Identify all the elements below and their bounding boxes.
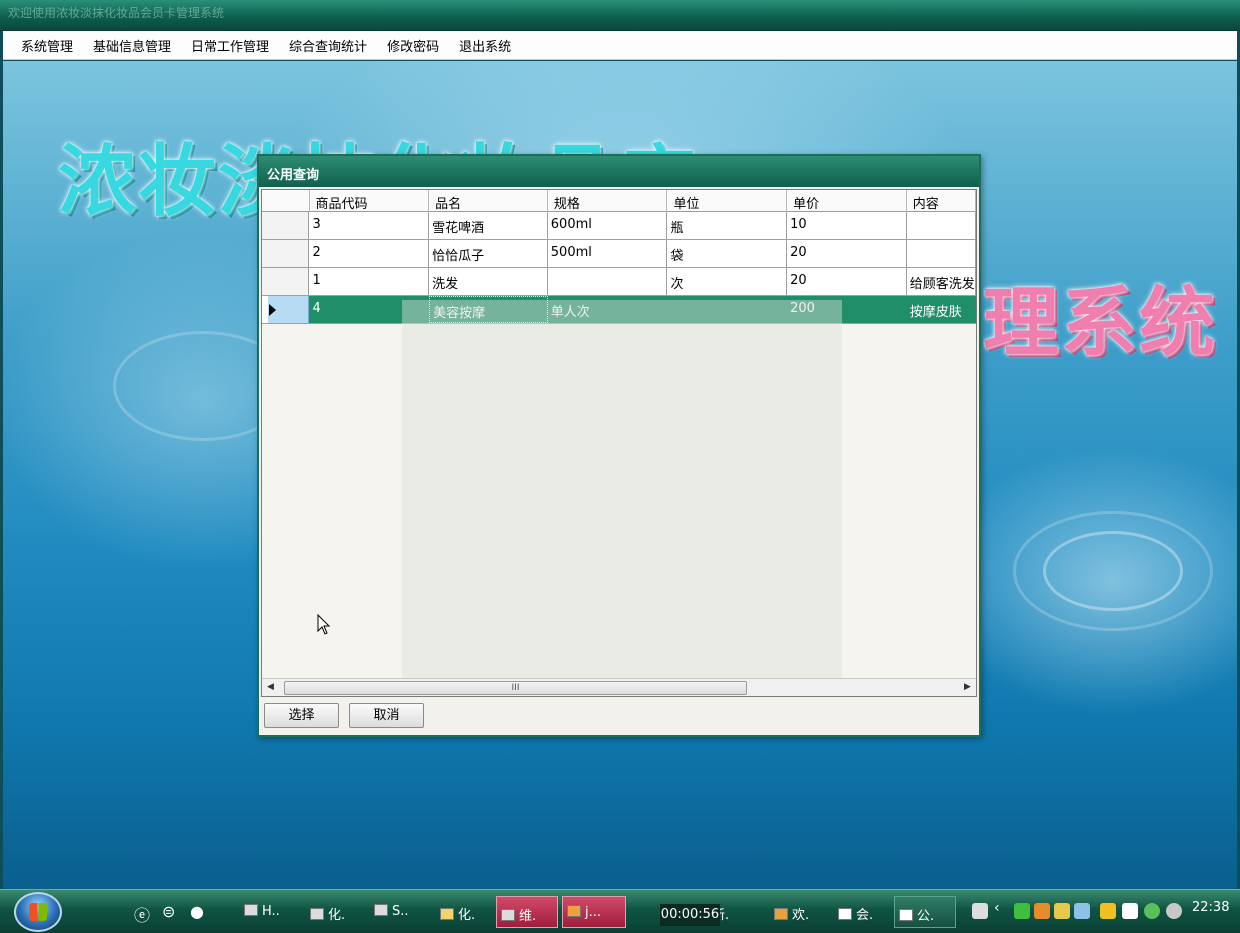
cell-spec[interactable]: [548, 268, 668, 295]
cell-content[interactable]: 按摩皮肤: [907, 296, 976, 323]
timer-readout: 00:00:56: [660, 904, 720, 926]
menu-change-password[interactable]: 修改密码: [377, 33, 449, 58]
product-grid[interactable]: 商品代码 品名 规格 单位 单价 内容 3 雪花啤酒 600ml 瓶 10 2 …: [261, 189, 977, 697]
tray-app-icon[interactable]: [1166, 903, 1182, 919]
cell-code[interactable]: 3: [309, 212, 430, 239]
cell-unit[interactable]: 袋: [667, 240, 788, 267]
tray-users-icon[interactable]: [1054, 903, 1070, 919]
word-icon: [310, 908, 324, 920]
cell-price[interactable]: 20: [787, 240, 907, 267]
app-icon: [567, 905, 581, 917]
taskbar-button-member[interactable]: 会.: [834, 896, 890, 928]
cell-content[interactable]: [907, 240, 976, 267]
row-header[interactable]: [262, 240, 310, 267]
media-icon[interactable]: ●: [190, 902, 204, 921]
window-icon: [899, 909, 913, 921]
network-icon[interactable]: [1074, 903, 1090, 919]
taskbar-button-folder[interactable]: 化.: [436, 896, 491, 928]
cell-code[interactable]: 2: [309, 240, 430, 267]
row-header[interactable]: [262, 212, 310, 239]
taskbar: ⓔ ⊜ ● H.. 化. S.. 化. 维. j... 新. 欢. 会. 公. …: [0, 889, 1240, 933]
column-header-code[interactable]: 商品代码: [310, 190, 430, 212]
tray-app-icon[interactable]: [1034, 903, 1050, 919]
taskbar-button-word[interactable]: 化.: [306, 896, 361, 928]
row-header[interactable]: [262, 268, 310, 295]
folder-icon: [440, 908, 454, 920]
window-icon: [838, 908, 852, 920]
cell-name[interactable]: 洗发: [429, 268, 548, 295]
column-header-name[interactable]: 品名: [429, 190, 548, 212]
menu-basic-info[interactable]: 基础信息管理: [83, 33, 181, 58]
app-title: 欢迎使用浓妆淡抹化妆品会员卡管理系统: [8, 6, 225, 20]
window-icon: [774, 908, 788, 920]
scroll-left-icon[interactable]: ◀: [262, 679, 279, 696]
horizontal-scrollbar[interactable]: ◀ III ▶: [262, 678, 976, 696]
taskbar-button-j[interactable]: j...: [562, 896, 626, 928]
cell-spec[interactable]: 500ml: [548, 240, 668, 267]
current-row-arrow-icon: [269, 304, 276, 316]
taskbar-button-h[interactable]: H..: [240, 896, 295, 928]
column-header-content[interactable]: 内容: [907, 190, 976, 212]
cell-code[interactable]: 1: [309, 268, 430, 295]
table-row[interactable]: 1 洗发 次 20 给顾客洗发: [262, 268, 976, 296]
column-header-unit[interactable]: 单位: [667, 190, 788, 212]
cell-price[interactable]: 20: [787, 268, 907, 295]
scroll-right-icon[interactable]: ▶: [959, 679, 976, 696]
doc-icon: [244, 904, 258, 916]
table-row[interactable]: 2 恰恰瓜子 500ml 袋 20: [262, 240, 976, 268]
query-dialog: 公用查询 商品代码 品名 规格 单位 单价 内容 3 雪花啤酒 600ml 瓶 …: [257, 154, 981, 737]
scrollbar-thumb[interactable]: III: [284, 681, 747, 695]
app-titlebar: 欢迎使用浓妆淡抹化妆品会员卡管理系统: [0, 0, 1240, 31]
tray-app-icon[interactable]: [1014, 903, 1030, 919]
app-icon: [501, 909, 515, 921]
table-row[interactable]: 3 雪花啤酒 600ml 瓶 10: [262, 212, 976, 240]
system-clock[interactable]: 22:38: [1192, 900, 1229, 915]
cell-content[interactable]: 给顾客洗发: [907, 268, 976, 295]
ghost-form: [402, 300, 842, 680]
menu-bar: 系统管理 基础信息管理 日常工作管理 综合查询统计 修改密码 退出系统: [3, 31, 1237, 60]
start-button[interactable]: [14, 892, 62, 932]
grid-header: 商品代码 品名 规格 单位 单价 内容: [262, 190, 976, 212]
cell-name[interactable]: 恰恰瓜子: [429, 240, 548, 267]
tray-expand-icon[interactable]: ‹: [994, 900, 1000, 916]
cell-unit[interactable]: 次: [667, 268, 788, 295]
tray-app-icon[interactable]: [1100, 903, 1116, 919]
row-header[interactable]: [262, 296, 310, 323]
dialog-title: 公用查询: [259, 156, 979, 187]
app-icon: [374, 904, 388, 916]
cell-spec[interactable]: 600ml: [548, 212, 668, 239]
security-shield-icon[interactable]: [1144, 903, 1160, 919]
mouse-cursor-icon: [317, 614, 331, 635]
cell-name[interactable]: 雪花啤酒: [429, 212, 548, 239]
menu-query-statistics[interactable]: 综合查询统计: [279, 33, 377, 58]
ie-icon[interactable]: ⓔ: [134, 902, 150, 926]
menu-exit[interactable]: 退出系统: [449, 33, 521, 58]
cell-price[interactable]: 10: [787, 212, 907, 239]
row-header-corner: [262, 190, 310, 212]
taskbar-button-public-query[interactable]: 公.: [894, 896, 956, 928]
water-ripple: [1013, 511, 1213, 631]
menu-system-management[interactable]: 系统管理: [11, 33, 83, 58]
taskbar-button-s[interactable]: S..: [370, 896, 425, 928]
taskbar-button-welcome[interactable]: 欢.: [770, 896, 830, 928]
banner-title-right: 理系统: [983, 278, 1217, 367]
cancel-button[interactable]: 取消: [349, 703, 424, 728]
select-button[interactable]: 选择: [264, 703, 339, 728]
cell-unit[interactable]: 瓶: [667, 212, 788, 239]
keyboard-icon[interactable]: [972, 903, 988, 919]
column-header-spec[interactable]: 规格: [548, 190, 668, 212]
cell-content[interactable]: [907, 212, 976, 239]
refresh-icon[interactable]: ⊜: [162, 902, 175, 921]
taskbar-button-maintain[interactable]: 维.: [496, 896, 558, 928]
column-header-price[interactable]: 单价: [787, 190, 907, 212]
windows-logo-icon: [29, 903, 47, 921]
volume-icon[interactable]: [1122, 903, 1138, 919]
menu-daily-work[interactable]: 日常工作管理: [181, 33, 279, 58]
